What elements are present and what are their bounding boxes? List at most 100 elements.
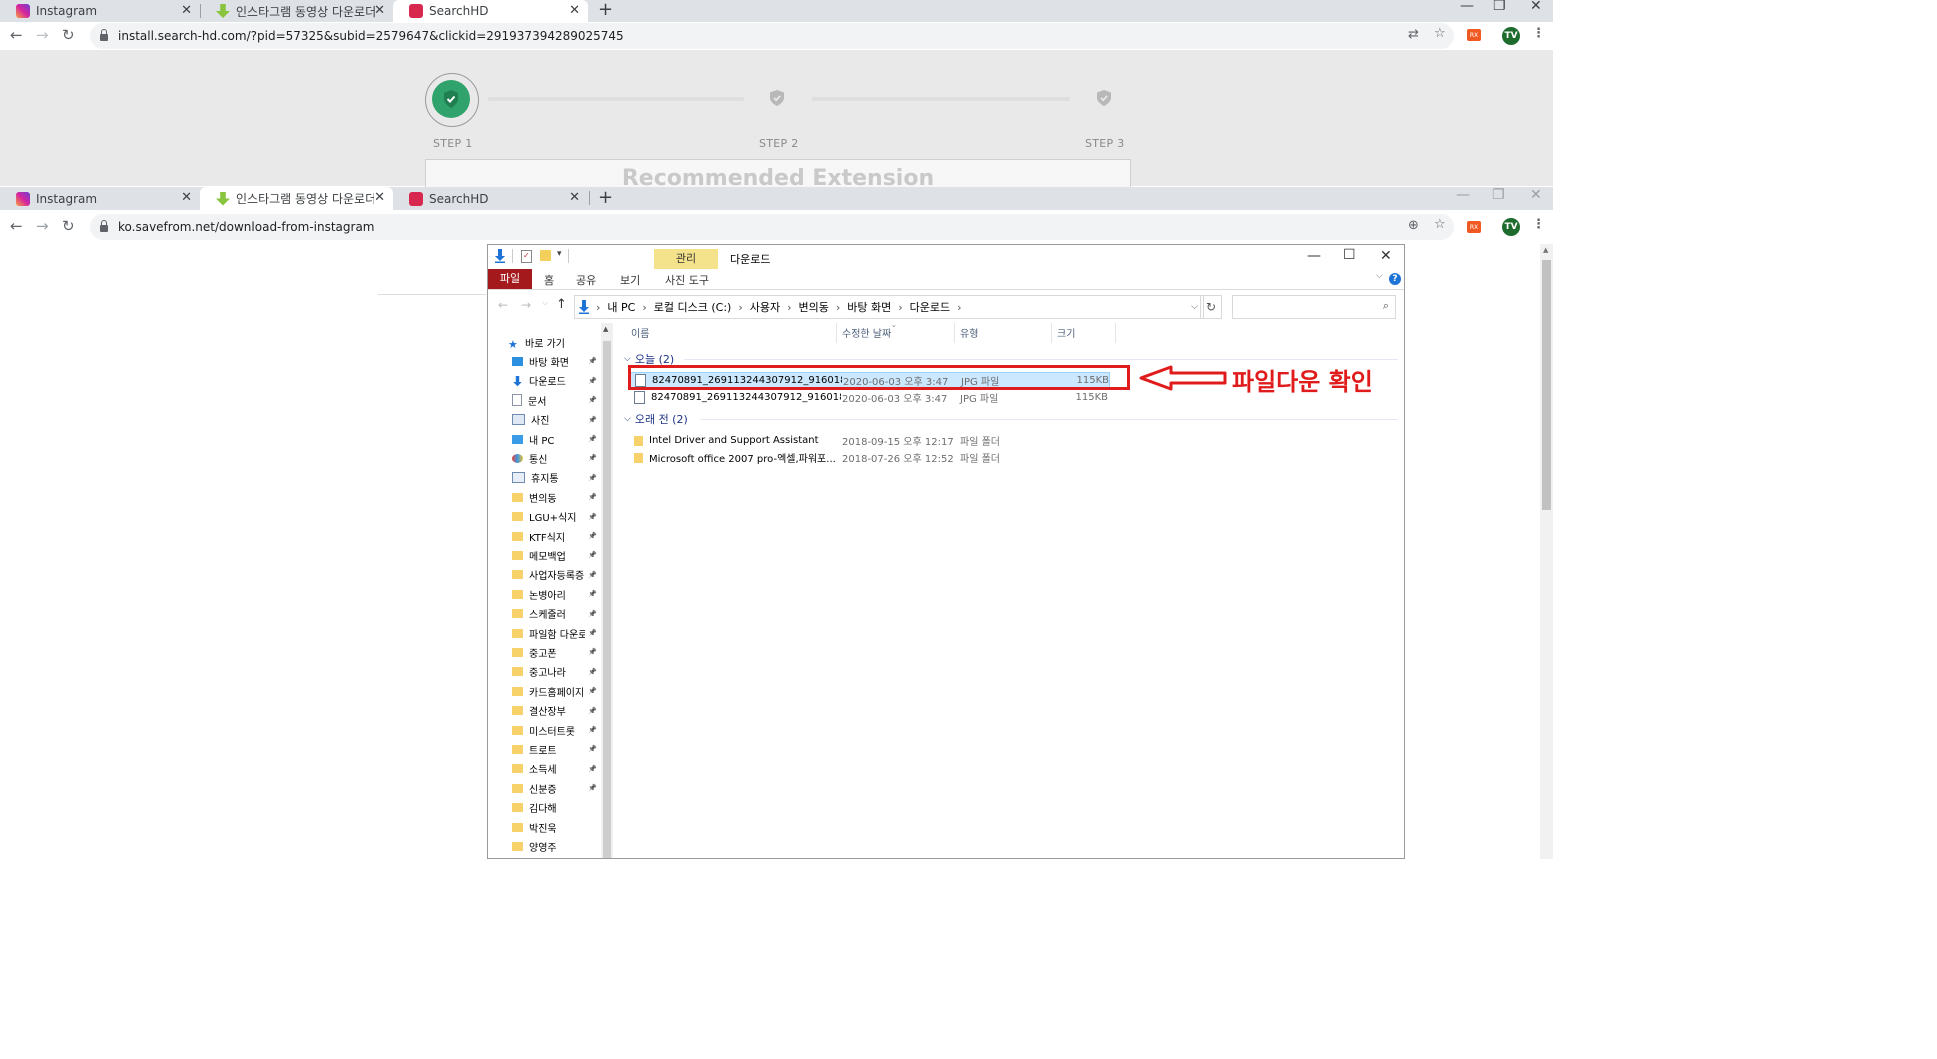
nav-item[interactable]: 트로트 📌	[512, 740, 600, 758]
close-tab-icon[interactable]: ✕	[374, 3, 385, 18]
nav-item[interactable]: 중고폰 📌	[512, 643, 600, 661]
new-tab-button[interactable]: +	[598, 0, 613, 20]
nav-item[interactable]: LGU+식지 📌	[512, 508, 600, 526]
pin-icon[interactable]: 📌	[588, 668, 597, 676]
close-window-icon[interactable]: ✕	[1380, 248, 1392, 264]
close-tab-icon[interactable]: ✕	[181, 190, 192, 205]
pin-icon[interactable]: 📌	[588, 610, 597, 618]
minimize-icon[interactable]: —	[1460, 0, 1474, 14]
pin-icon[interactable]: 📌	[588, 435, 597, 443]
close-tab-icon[interactable]: ✕	[569, 190, 580, 205]
pin-icon[interactable]: 📌	[588, 551, 597, 559]
close-window-icon[interactable]: ✕	[1530, 0, 1542, 14]
folder-row[interactable]: Microsoft office 2007 pro-엑셀,파워포... 2018…	[630, 449, 1110, 466]
nav-item[interactable]: 결산장부 📌	[512, 702, 600, 720]
breadcrumb-item[interactable]: 로컬 디스크 (C:)	[654, 299, 732, 315]
nav-item[interactable]: 스케줄러 📌	[512, 605, 600, 623]
pin-icon[interactable]: 📌	[588, 513, 597, 521]
nav-item[interactable]: 메모백업 📌	[512, 546, 600, 564]
tab-savefrom[interactable]: 인스타그램 동영상 다운로더 – S ✕	[200, 0, 393, 22]
back-arrow-icon[interactable]: ←	[498, 298, 508, 312]
address-breadcrumb[interactable]: › 내 PC › 로컬 디스크 (C:) › 사용자 › 변의동 › 바탕 화면…	[574, 295, 1204, 319]
reload-icon[interactable]: ↻	[62, 26, 75, 44]
folder-row[interactable]: Intel Driver and Support Assistant 2018-…	[630, 432, 1110, 449]
forward-arrow-icon[interactable]: →	[36, 217, 49, 235]
nav-item[interactable]: 문서 📌	[512, 391, 600, 409]
forward-arrow-icon[interactable]: →	[521, 298, 531, 312]
breadcrumb-item[interactable]: 사용자	[750, 299, 780, 315]
nav-item[interactable]: 바탕 화면 📌	[512, 352, 600, 370]
pin-icon[interactable]: 📌	[588, 687, 597, 695]
pin-icon[interactable]: 📌	[588, 571, 597, 579]
tab-searchhd[interactable]: SearchHD ✕	[393, 187, 588, 210]
tab-instagram[interactable]: Instagram ✕	[0, 187, 200, 210]
forward-arrow-icon[interactable]: →	[36, 26, 49, 44]
breadcrumb-item[interactable]: 다운로드	[910, 299, 950, 315]
manage-context-tab[interactable]: 관리	[654, 249, 718, 269]
tab-file[interactable]: 파일	[488, 269, 532, 289]
close-tab-icon[interactable]: ✕	[569, 3, 580, 18]
nav-item[interactable]: 카드홈페이지 📌	[512, 682, 600, 700]
nav-item[interactable]: 변의동 📌	[512, 488, 600, 506]
nav-item[interactable]: 박진욱	[512, 818, 600, 836]
pin-icon[interactable]: 📌	[588, 474, 597, 482]
nav-item[interactable]: 통신 📌	[512, 449, 600, 467]
pin-icon[interactable]: 📌	[588, 648, 597, 656]
translate-icon[interactable]: ⇄	[1408, 27, 1419, 42]
nav-item[interactable]: KTF식지 📌	[512, 527, 600, 545]
bookmark-star-icon[interactable]: ☆	[1434, 217, 1446, 232]
page-scrollbar[interactable]: ▲	[1540, 244, 1553, 859]
search-input[interactable]: ⌕	[1232, 295, 1396, 319]
nav-item[interactable]: 휴지통 📌	[512, 469, 600, 487]
pin-icon[interactable]: 📌	[588, 784, 597, 792]
pin-icon[interactable]: 📌	[588, 745, 597, 753]
ribbon-collapse-chevron-icon[interactable]: ⌵	[1376, 271, 1383, 281]
bookmark-star-icon[interactable]: ☆	[1434, 26, 1446, 41]
nav-item[interactable]: ★ 바로 가기	[508, 333, 596, 351]
properties-icon[interactable]: ✓	[521, 250, 532, 263]
pin-icon[interactable]: 📌	[588, 532, 597, 540]
reload-icon[interactable]: ↻	[62, 217, 75, 235]
close-tab-icon[interactable]: ✕	[181, 3, 192, 18]
tab-share[interactable]: 공유	[576, 272, 596, 288]
nav-item[interactable]: 파일함 다운로 📌	[512, 624, 600, 642]
tab-searchhd[interactable]: SearchHD ✕	[393, 0, 588, 22]
pin-icon[interactable]: 📌	[588, 454, 597, 462]
back-arrow-icon[interactable]: ←	[10, 26, 23, 44]
close-tab-icon[interactable]: ✕	[374, 190, 385, 205]
add-circle-icon[interactable]: ⊕	[1408, 218, 1419, 233]
maximize-icon[interactable]: ☐	[1343, 247, 1356, 263]
menu-kebab-icon[interactable]: ⋮	[1532, 217, 1545, 232]
new-tab-button[interactable]: +	[598, 187, 613, 208]
nav-item[interactable]: 사진 📌	[512, 411, 600, 429]
file-row[interactable]: 82470891_269113244307912_916018... 2020-…	[630, 389, 1110, 406]
minimize-icon[interactable]: —	[1456, 187, 1470, 203]
restore-icon[interactable]: ❐	[1493, 0, 1506, 14]
recent-dropdown-icon[interactable]: ⌵	[542, 298, 548, 308]
breadcrumb-item[interactable]: 바탕 화면	[847, 299, 891, 315]
group-header-long-ago[interactable]: ⌵ 오래 전 (2)	[624, 411, 688, 427]
qat-dropdown-icon[interactable]: ▾	[557, 249, 562, 259]
nav-item[interactable]: 미스터트롯 📌	[512, 721, 600, 739]
pin-icon[interactable]: 📌	[588, 493, 597, 501]
new-folder-icon[interactable]	[540, 250, 551, 261]
nav-item[interactable]: 중고나라 📌	[512, 663, 600, 681]
profile-avatar[interactable]: TV	[1502, 27, 1520, 45]
pin-icon[interactable]: 📌	[588, 726, 597, 734]
address-bar[interactable]: install.search-hd.com/?pid=57325&subid=2…	[90, 23, 1454, 49]
nav-item[interactable]: 사업자등록증 📌	[512, 566, 600, 584]
address-dropdown-icon[interactable]: ⌵	[1191, 302, 1198, 312]
pin-icon[interactable]: 📌	[588, 707, 597, 715]
up-arrow-icon[interactable]: ↑	[556, 297, 567, 312]
menu-kebab-icon[interactable]: ⋮	[1532, 26, 1545, 41]
nav-item[interactable]: 김다해	[512, 799, 600, 817]
extension-icon[interactable]: RX	[1467, 29, 1481, 41]
nav-item[interactable]: 소득세 📌	[512, 760, 600, 778]
close-window-icon[interactable]: ✕	[1530, 187, 1542, 203]
tab-view[interactable]: 보기	[620, 272, 640, 288]
minimize-icon[interactable]: —	[1307, 248, 1321, 264]
nav-item[interactable]: 내 PC 📌	[512, 430, 600, 448]
tab-instagram[interactable]: Instagram ✕	[0, 0, 200, 22]
breadcrumb-item[interactable]: 변의동	[799, 299, 829, 315]
address-bar[interactable]: ko.savefrom.net/download-from-instagram	[90, 214, 1454, 240]
